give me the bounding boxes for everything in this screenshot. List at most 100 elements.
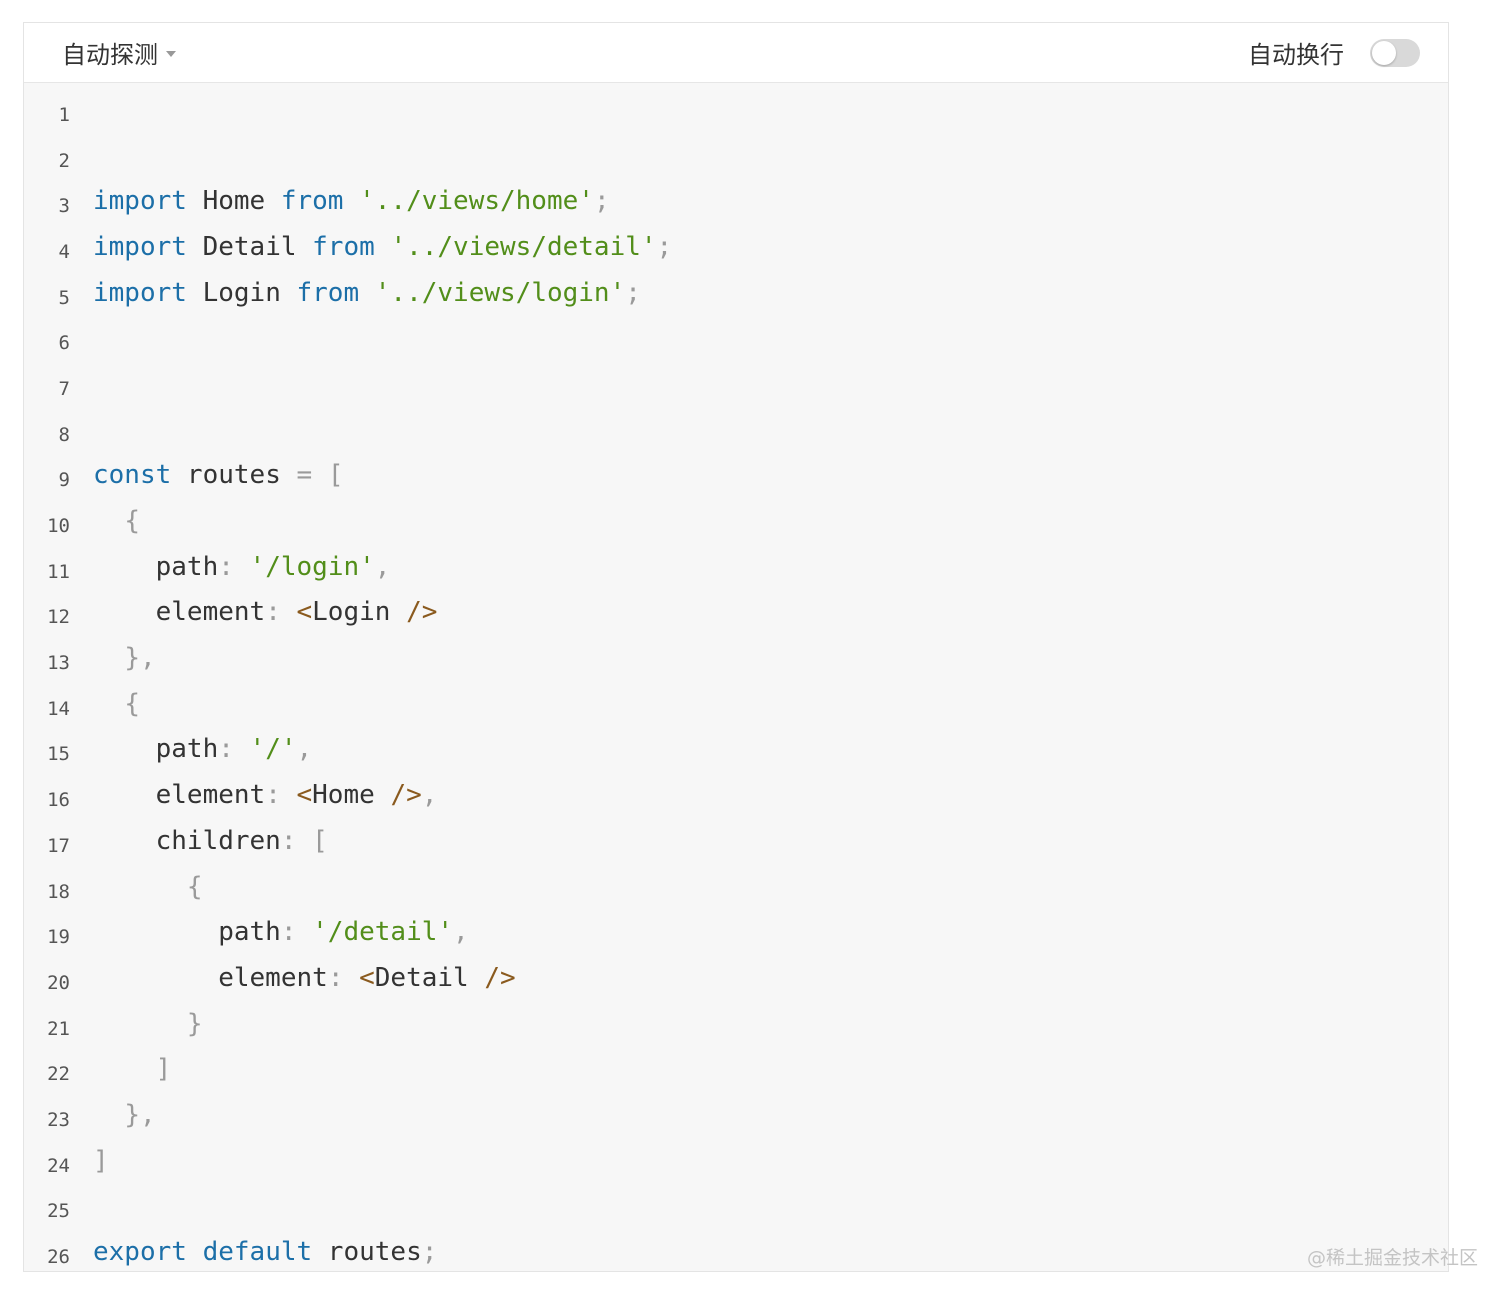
code-token: } bbox=[186, 1008, 203, 1039]
code-line: 5 import Login from '../views/login'; bbox=[24, 270, 1448, 316]
code-line: 26 export default routes; bbox=[24, 1229, 1448, 1271]
code-token: '../views/detail' bbox=[390, 231, 657, 262]
code-token: /> bbox=[390, 780, 422, 811]
code-token: '/login' bbox=[249, 551, 375, 582]
code-token: Detail bbox=[374, 962, 485, 993]
code-text: const routes = [ bbox=[93, 460, 343, 490]
code-text: element: <Detail /> bbox=[93, 962, 516, 993]
code-token: element bbox=[93, 597, 266, 628]
code-line: 9 const routes = [ bbox=[24, 453, 1448, 499]
watermark: @稀土掘金技术社区 bbox=[1306, 1247, 1478, 1269]
code-line: 17 children: [ bbox=[24, 818, 1448, 864]
code-line: 19 path: '/detail', bbox=[24, 909, 1448, 955]
code-text: { bbox=[93, 506, 140, 536]
code-token: Home bbox=[312, 780, 391, 811]
code-token: path bbox=[93, 551, 219, 582]
code-text: path: '/detail', bbox=[93, 917, 469, 948]
line-number: 25 bbox=[47, 1200, 70, 1223]
code-token: Login bbox=[186, 277, 297, 308]
line-number: 26 bbox=[47, 1246, 70, 1269]
code-token: , bbox=[296, 734, 313, 765]
line-number: 18 bbox=[47, 880, 70, 903]
code-token: from bbox=[312, 231, 375, 262]
code-token: '/' bbox=[249, 734, 297, 765]
line-number: 2 bbox=[58, 149, 70, 172]
code-line: 11 path: '/login', bbox=[24, 544, 1448, 590]
code-line: 25 bbox=[24, 1184, 1448, 1230]
code-token: ] bbox=[155, 1054, 172, 1085]
code-token: ; bbox=[593, 186, 610, 217]
code-token: { bbox=[186, 871, 203, 902]
code-token: /> bbox=[406, 597, 438, 628]
code-token: < bbox=[296, 597, 313, 628]
line-number: 17 bbox=[47, 834, 70, 857]
code-line: 20 element: <Detail /> bbox=[24, 955, 1448, 1001]
code-token: < bbox=[296, 780, 313, 811]
code-line: 24] bbox=[24, 1138, 1448, 1184]
code-line: 16 element: <Home />, bbox=[24, 772, 1448, 818]
code-text: { bbox=[93, 872, 203, 902]
line-number: 24 bbox=[47, 1154, 70, 1177]
code-line: 1 bbox=[24, 87, 1448, 133]
code-text: element: <Home />, bbox=[93, 780, 438, 811]
code-token: '/detail' bbox=[312, 917, 454, 948]
code-token: import bbox=[93, 231, 187, 262]
line-number: 20 bbox=[47, 971, 70, 994]
code-text: children: [ bbox=[93, 826, 328, 856]
line-number: 1 bbox=[58, 103, 70, 126]
code-token: /> bbox=[484, 962, 516, 993]
code-token: ] bbox=[93, 1145, 109, 1176]
toggle-knob bbox=[1372, 40, 1396, 65]
code-token: }, bbox=[124, 1099, 156, 1130]
code-token: children bbox=[93, 825, 281, 856]
code-token: = [ bbox=[296, 460, 344, 491]
code-block: 自动探测 自动换行 1 2 3 import Home from '../views/… bbox=[23, 22, 1449, 1272]
wrap-toggle[interactable] bbox=[1370, 38, 1420, 67]
code-editor[interactable]: 1 2 3 import Home from '../views/home'; 4 imp… bbox=[24, 83, 1448, 1271]
code-token: Detail bbox=[186, 231, 313, 262]
code-text: } bbox=[93, 1009, 203, 1039]
code-line: 10 { bbox=[24, 498, 1448, 544]
code-line: 14 { bbox=[24, 681, 1448, 727]
code-text: import Home from '../views/home'; bbox=[93, 186, 610, 216]
wrap-label: 自动换行 bbox=[1248, 41, 1344, 69]
code-token: '../views/login' bbox=[374, 277, 626, 308]
code-line: 18 { bbox=[24, 864, 1448, 910]
code-token: ; bbox=[421, 1237, 438, 1268]
language-select[interactable]: 自动探测 bbox=[62, 35, 176, 70]
code-text: import Detail from '../views/detail'; bbox=[93, 232, 672, 262]
code-line: 8 bbox=[24, 407, 1448, 453]
code-token: , bbox=[374, 551, 391, 582]
code-line: 12 element: <Login /> bbox=[24, 590, 1448, 636]
code-token: , bbox=[421, 780, 438, 811]
code-line: 6 bbox=[24, 315, 1448, 361]
line-number: 16 bbox=[47, 789, 70, 812]
code-line: 4 import Detail from '../views/detail'; bbox=[24, 224, 1448, 270]
code-token: import bbox=[93, 186, 187, 217]
code-token: element bbox=[93, 780, 266, 811]
code-token: : bbox=[280, 917, 313, 948]
code-text: element: <Login /> bbox=[93, 597, 438, 628]
code-line: 22 ] bbox=[24, 1046, 1448, 1092]
line-number: 13 bbox=[47, 652, 70, 675]
line-number: 5 bbox=[58, 286, 70, 309]
line-number: 9 bbox=[58, 469, 70, 492]
line-number: 4 bbox=[58, 240, 70, 263]
code-token: }, bbox=[124, 643, 156, 674]
code-token: import bbox=[93, 277, 187, 308]
code-token: from bbox=[296, 277, 360, 308]
code-token: path bbox=[93, 734, 219, 765]
code-token: , bbox=[453, 917, 469, 948]
code-token: < bbox=[359, 962, 375, 993]
code-token: default bbox=[202, 1237, 313, 1268]
code-token: routes bbox=[171, 460, 297, 491]
code-text: path: '/', bbox=[93, 734, 313, 765]
code-line: 2 bbox=[24, 133, 1448, 179]
